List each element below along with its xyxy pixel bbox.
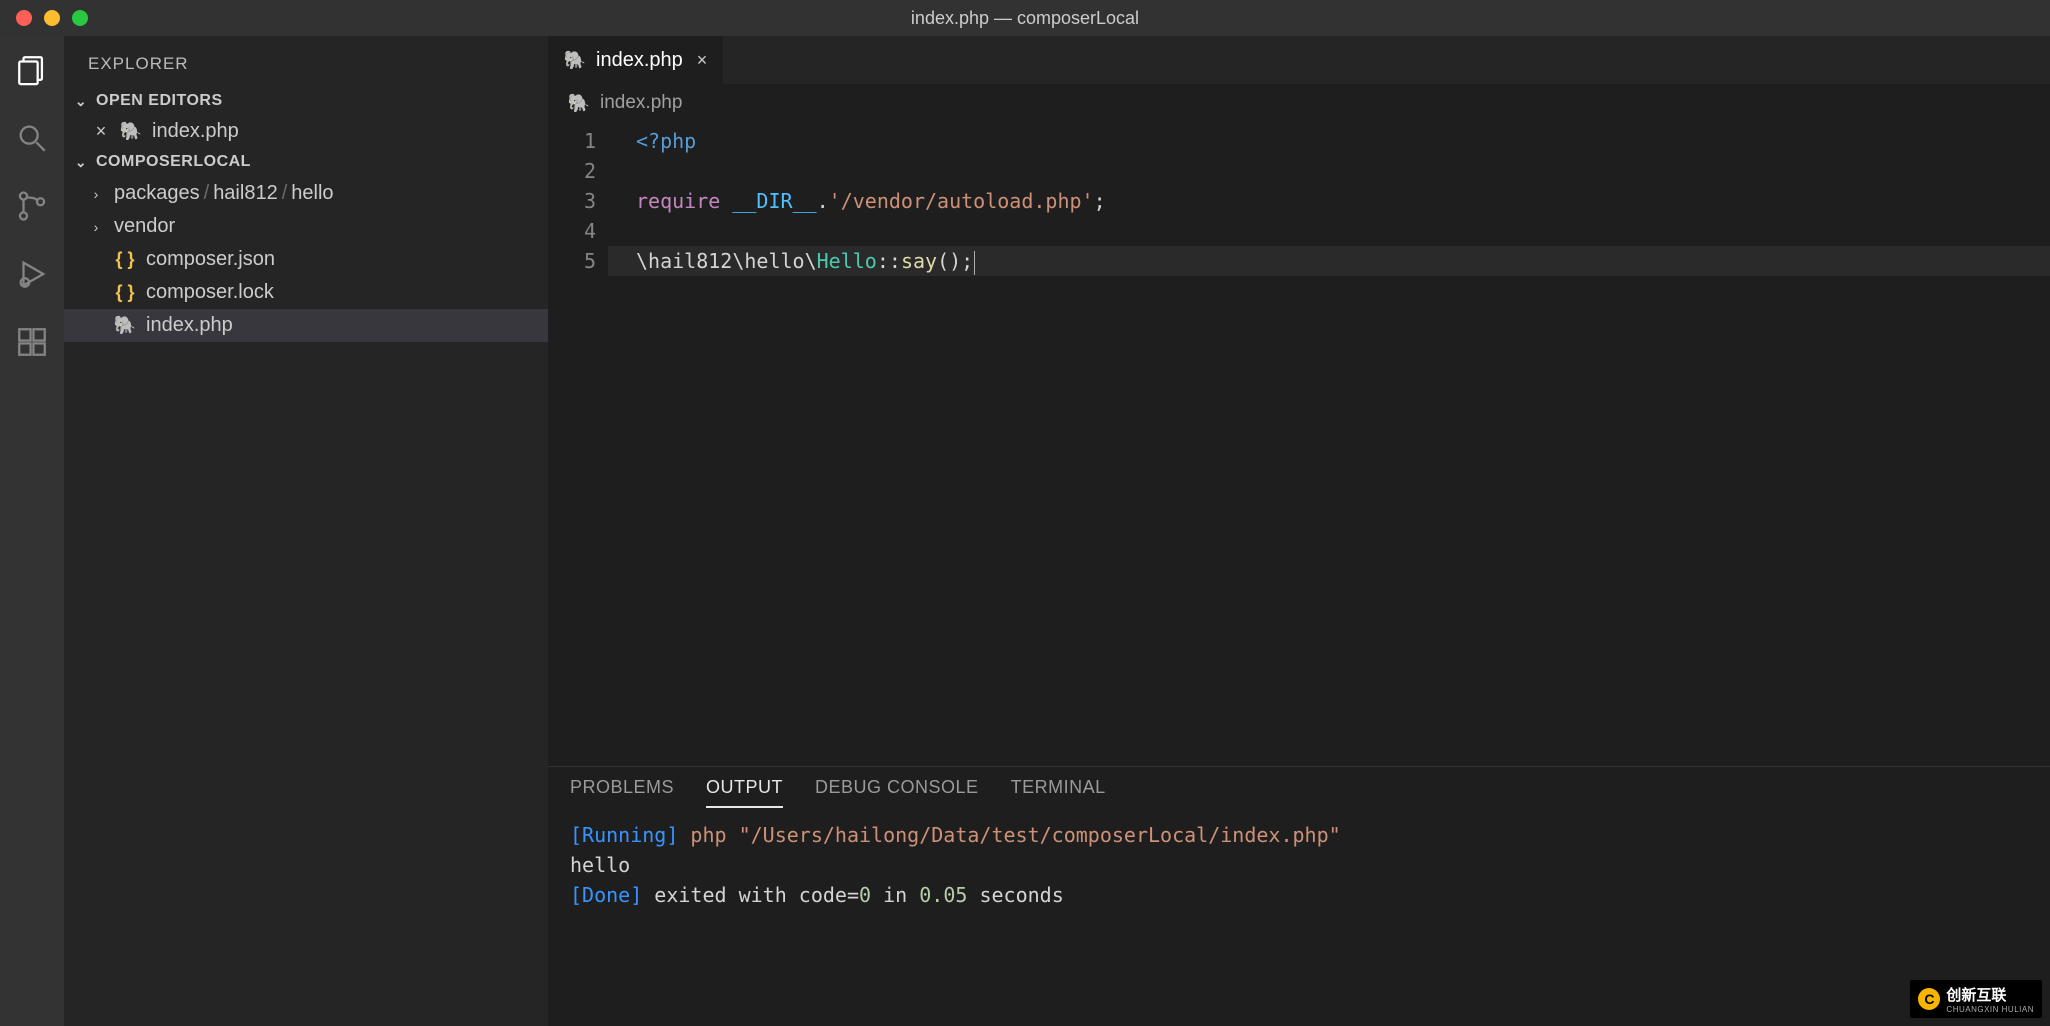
open-editor-filename: index.php	[152, 120, 239, 143]
tab-index-php[interactable]: 🐘 index.php ×	[548, 36, 724, 84]
tree-file-composer-json[interactable]: { } composer.json	[64, 243, 548, 276]
breadcrumb[interactable]: 🐘 index.php	[548, 84, 2050, 122]
activity-extensions-icon[interactable]	[12, 322, 52, 362]
tree-file-composer-lock[interactable]: { } composer.lock	[64, 276, 548, 309]
code-line: <?php	[608, 126, 2050, 156]
chevron-right-icon: ›	[88, 186, 104, 202]
activity-run-debug-icon[interactable]	[12, 254, 52, 294]
tree-file-index-php[interactable]: 🐘 index.php	[64, 309, 548, 342]
panel-tab-problems[interactable]: PROBLEMS	[570, 777, 674, 808]
code-line	[608, 216, 2050, 246]
php-file-icon: 🐘	[120, 121, 142, 143]
tree-folder-packages[interactable]: › packages/hail812/hello	[64, 177, 548, 210]
text-cursor	[974, 251, 975, 275]
folder-label: vendor	[114, 215, 175, 238]
output-line-stdout: hello	[570, 850, 2028, 880]
json-file-icon: { }	[114, 282, 136, 304]
open-editors-label: OPEN EDITORS	[96, 92, 223, 110]
php-file-icon: 🐘	[564, 49, 586, 71]
activity-bar	[0, 36, 64, 1026]
window-title: index.php — composerLocal	[911, 8, 1139, 29]
panel-tab-terminal[interactable]: TERMINAL	[1011, 777, 1106, 808]
file-tree: › packages/hail812/hello › vendor { } co…	[64, 177, 548, 342]
tree-folder-vendor[interactable]: › vendor	[64, 210, 548, 243]
code-line	[608, 156, 2050, 186]
panel-tab-debug-console[interactable]: DEBUG CONSOLE	[815, 777, 979, 808]
project-name: COMPOSERLOCAL	[96, 153, 251, 171]
close-icon[interactable]: ×	[92, 121, 110, 142]
code-line-current: \hail812\hello\Hello::say();	[608, 246, 2050, 276]
output-line-done: [Done] exited with code=0 in 0.05 second…	[570, 880, 2028, 910]
php-file-icon: 🐘	[114, 315, 136, 337]
panel-tabs: PROBLEMS OUTPUT DEBUG CONSOLE TERMINAL	[548, 767, 2050, 808]
output-body[interactable]: [Running] php "/Users/hailong/Data/test/…	[548, 808, 2050, 1026]
tab-label: index.php	[596, 49, 683, 72]
traffic-lights	[0, 10, 88, 26]
panel-tab-output[interactable]: OUTPUT	[706, 777, 783, 808]
sidebar: EXPLORER ⌄ OPEN EDITORS × 🐘 index.php ⌄ …	[64, 36, 548, 1026]
file-label: index.php	[146, 314, 233, 337]
line-gutter: 1 2 3 4 5	[548, 122, 608, 766]
php-file-icon: 🐘	[568, 92, 590, 114]
bottom-panel: PROBLEMS OUTPUT DEBUG CONSOLE TERMINAL […	[548, 766, 2050, 1026]
chevron-down-icon: ⌄	[72, 93, 90, 110]
open-editor-item[interactable]: × 🐘 index.php	[64, 116, 548, 147]
editor-tabs: 🐘 index.php ×	[548, 36, 2050, 84]
close-window-button[interactable]	[16, 10, 32, 26]
code-line: require __DIR__.'/vendor/autoload.php';	[608, 186, 2050, 216]
maximize-window-button[interactable]	[72, 10, 88, 26]
open-editors-header[interactable]: ⌄ OPEN EDITORS	[64, 86, 548, 116]
close-icon[interactable]: ×	[693, 50, 708, 71]
activity-search-icon[interactable]	[12, 118, 52, 158]
watermark-badge: C 创新互联 CHUANGXIN HULIAN	[1910, 980, 2042, 1018]
output-line-running: [Running] php "/Users/hailong/Data/test/…	[570, 820, 2028, 850]
activity-source-control-icon[interactable]	[12, 186, 52, 226]
minimize-window-button[interactable]	[44, 10, 60, 26]
chevron-down-icon: ⌄	[72, 154, 90, 171]
file-label: composer.lock	[146, 281, 274, 304]
sidebar-title: EXPLORER	[64, 36, 548, 86]
main-area: 🐘 index.php × 🐘 index.php 1 2 3 4 5	[548, 36, 2050, 1026]
code-editor[interactable]: 1 2 3 4 5 <?php require __DIR__.'/vendor…	[548, 122, 2050, 766]
watermark-logo-icon: C	[1918, 988, 1940, 1010]
json-file-icon: { }	[114, 249, 136, 271]
code-area[interactable]: <?php require __DIR__.'/vendor/autoload.…	[608, 122, 2050, 766]
app-window: index.php — composerLocal EXPLORER	[0, 0, 2050, 1026]
breadcrumb-filename: index.php	[600, 92, 682, 114]
title-bar: index.php — composerLocal	[0, 0, 2050, 36]
activity-explorer-icon[interactable]	[12, 50, 52, 90]
file-label: composer.json	[146, 248, 275, 271]
chevron-right-icon: ›	[88, 219, 104, 235]
folder-path: packages/hail812/hello	[114, 182, 334, 205]
project-header[interactable]: ⌄ COMPOSERLOCAL	[64, 147, 548, 177]
